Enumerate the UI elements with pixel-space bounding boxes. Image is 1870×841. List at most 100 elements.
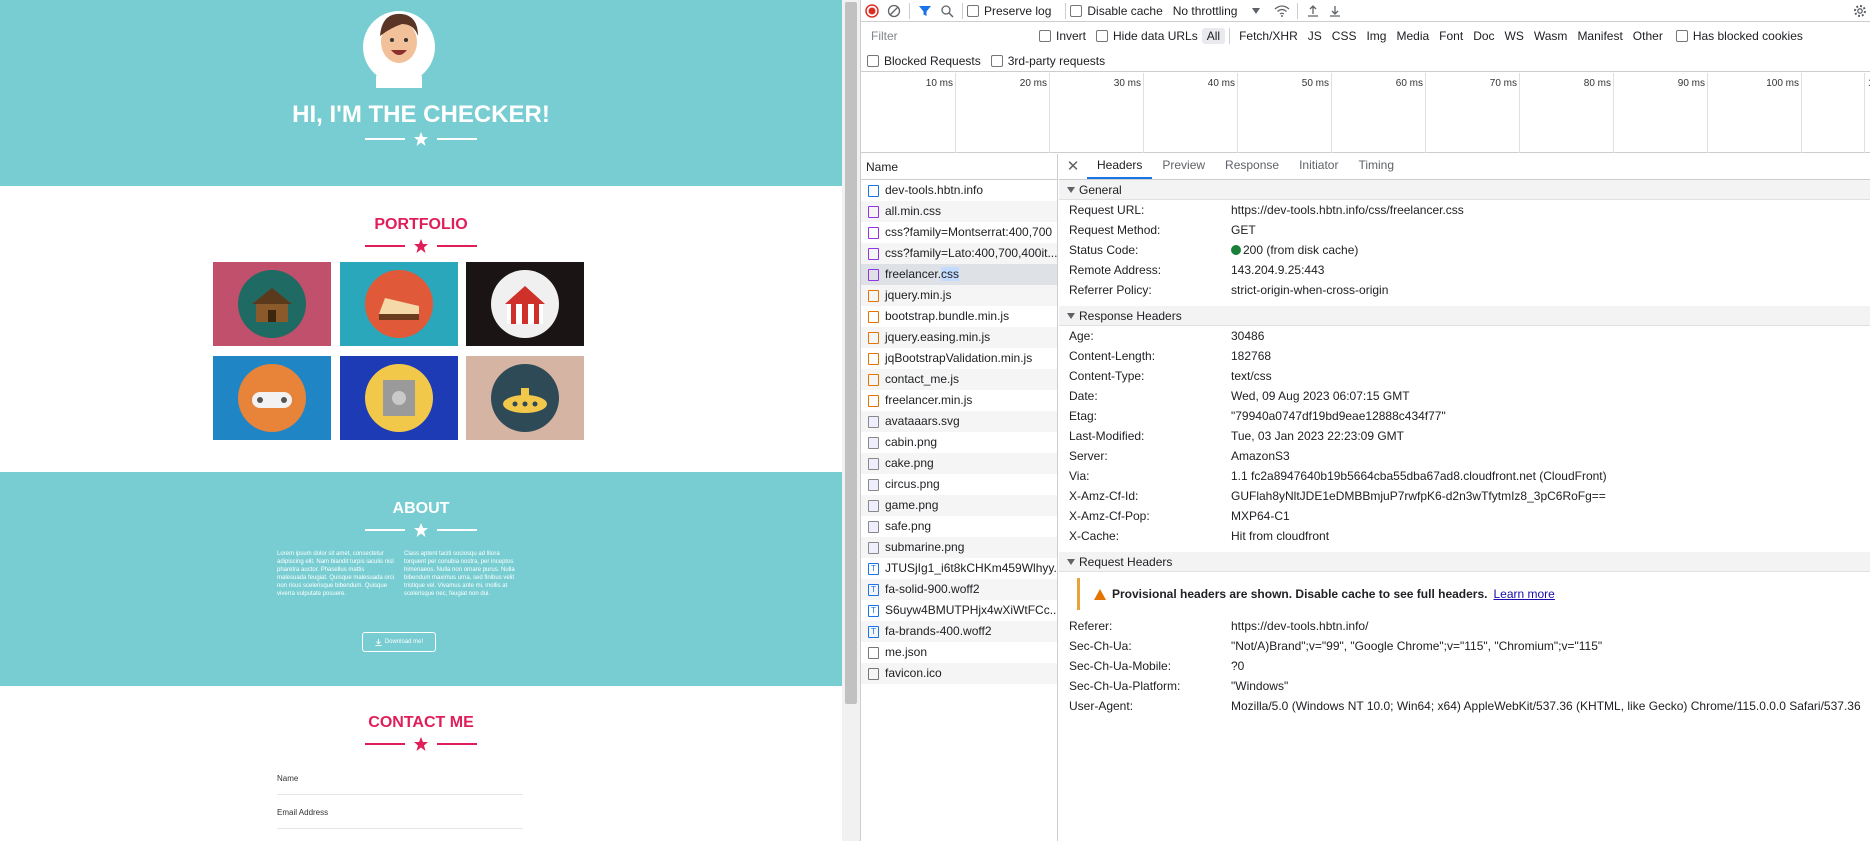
request-row[interactable]: game.png xyxy=(861,495,1057,516)
filter-input[interactable]: Filter xyxy=(865,26,1035,46)
request-row[interactable]: me.json xyxy=(861,642,1057,663)
request-row[interactable]: cake.png xyxy=(861,453,1057,474)
request-row[interactable]: favicon.ico xyxy=(861,663,1057,684)
portfolio-item-game[interactable] xyxy=(213,356,331,440)
header-value[interactable]: "Not/A)Brand";v="99", "Google Chrome";v=… xyxy=(1231,636,1602,656)
scrollbar-thumb[interactable] xyxy=(845,2,857,704)
tab-preview[interactable]: Preview xyxy=(1152,154,1215,179)
request-name: S6uyw4BMUTPHjx4wXiWtFCc... xyxy=(885,603,1057,617)
name-field[interactable]: Name xyxy=(277,774,298,783)
header-value[interactable]: 143.204.9.25:443 xyxy=(1231,260,1324,280)
header-value[interactable]: MXP64-C1 xyxy=(1231,506,1290,526)
request-row[interactable]: all.min.css xyxy=(861,201,1057,222)
portfolio-item-circus[interactable] xyxy=(466,262,584,346)
header-value[interactable]: 30486 xyxy=(1231,326,1264,346)
header-value[interactable]: text/css xyxy=(1231,366,1272,386)
request-row[interactable]: freelancer.min.js xyxy=(861,390,1057,411)
header-value[interactable]: GET xyxy=(1231,220,1256,240)
download-button[interactable]: Download me! xyxy=(362,632,436,652)
settings-gear-icon[interactable] xyxy=(1849,0,1870,22)
request-row[interactable]: bootstrap.bundle.min.js xyxy=(861,306,1057,327)
network-timeline[interactable]: 10 ms 20 ms 30 ms 40 ms 50 ms 60 ms 70 m… xyxy=(861,73,1870,153)
email-field[interactable]: Email Address xyxy=(277,808,328,817)
header-value[interactable]: GUFlah8yNltJDE1eDMBBmjuP7rwfpK6-d2n3wTfy… xyxy=(1231,486,1606,506)
preserve-log-checkbox[interactable]: Preserve log xyxy=(967,4,1051,18)
header-value[interactable]: "Windows" xyxy=(1231,676,1288,696)
request-row[interactable]: cabin.png xyxy=(861,432,1057,453)
learn-more-link[interactable]: Learn more xyxy=(1493,587,1554,601)
type-filter-img[interactable]: Img xyxy=(1361,28,1391,44)
request-row[interactable]: Tfa-solid-900.woff2 xyxy=(861,579,1057,600)
tab-initiator[interactable]: Initiator xyxy=(1289,154,1348,179)
type-filter-other[interactable]: Other xyxy=(1628,28,1668,44)
header-value[interactable]: https://dev-tools.hbtn.info/ xyxy=(1231,616,1368,636)
request-row[interactable]: jquery.min.js xyxy=(861,285,1057,306)
record-icon[interactable] xyxy=(861,0,883,22)
request-row[interactable]: T JTUSjIg1_i6t8kCHKm459Wlhyy... xyxy=(861,558,1057,579)
request-headers-section-header[interactable]: Request Headers xyxy=(1059,552,1870,572)
third-party-checkbox[interactable]: 3rd-party requests xyxy=(990,54,1105,68)
header-value[interactable]: strict-origin-when-cross-origin xyxy=(1231,280,1388,300)
hide-data-urls-checkbox[interactable]: Hide data URLs xyxy=(1096,29,1198,43)
portfolio-item-cake[interactable] xyxy=(340,262,458,346)
header-value[interactable]: https://dev-tools.hbtn.info/css/freelanc… xyxy=(1231,200,1464,220)
type-filter-ws[interactable]: WS xyxy=(1500,28,1529,44)
portfolio-item-submarine[interactable] xyxy=(466,356,584,440)
close-icon[interactable]: ✕ xyxy=(1059,154,1087,179)
type-filter-wasm[interactable]: Wasm xyxy=(1529,28,1573,44)
tab-headers[interactable]: Headers xyxy=(1087,154,1153,179)
type-filter-fetch-xhr[interactable]: Fetch/XHR xyxy=(1234,28,1303,44)
request-row[interactable]: submarine.png xyxy=(861,537,1057,558)
header-value[interactable]: 200 (from disk cache) xyxy=(1231,240,1358,260)
portfolio-item-cabin[interactable] xyxy=(213,262,331,346)
disable-cache-checkbox[interactable]: Disable cache xyxy=(1070,4,1163,18)
has-blocked-cookies-checkbox[interactable]: Has blocked cookies xyxy=(1675,29,1803,43)
timeline-tick-label: 70 ms xyxy=(1489,78,1517,89)
header-value[interactable]: Mozilla/5.0 (Windows NT 10.0; Win64; x64… xyxy=(1231,696,1861,716)
header-value[interactable]: Tue, 03 Jan 2023 22:23:09 GMT xyxy=(1231,426,1404,446)
blocked-requests-checkbox[interactable]: Blocked Requests xyxy=(867,54,981,68)
throttling-select[interactable]: No throttling xyxy=(1173,4,1262,18)
export-har-icon[interactable] xyxy=(1324,0,1346,22)
type-filter-css[interactable]: CSS xyxy=(1327,28,1362,44)
request-row[interactable]: jqBootstrapValidation.min.js xyxy=(861,348,1057,369)
request-row[interactable]: T S6uyw4BMUTPHjx4wXiWtFCc... xyxy=(861,600,1057,621)
type-filter-all[interactable]: All xyxy=(1201,28,1226,44)
type-filter-manifest[interactable]: Manifest xyxy=(1572,28,1627,44)
tab-response[interactable]: Response xyxy=(1215,154,1289,179)
clear-icon[interactable] xyxy=(883,0,905,22)
type-filter-doc[interactable]: Doc xyxy=(1468,28,1499,44)
request-row[interactable]: css?family=Lato:400,700,400it... xyxy=(861,243,1057,264)
invert-checkbox[interactable]: Invert xyxy=(1039,29,1086,43)
header-value[interactable]: ?0 xyxy=(1231,656,1244,676)
portfolio-item-safe[interactable] xyxy=(340,356,458,440)
type-filter-font[interactable]: Font xyxy=(1434,28,1468,44)
request-row[interactable]: jquery.easing.min.js xyxy=(861,327,1057,348)
type-filter-media[interactable]: Media xyxy=(1391,28,1434,44)
request-row[interactable]: css?family=Montserrat:400,700 xyxy=(861,222,1057,243)
header-value[interactable]: Wed, 09 Aug 2023 06:07:15 GMT xyxy=(1231,386,1410,406)
response-headers-section-header[interactable]: Response Headers xyxy=(1059,306,1870,326)
tab-timing[interactable]: Timing xyxy=(1348,154,1404,179)
header-value[interactable]: AmazonS3 xyxy=(1231,446,1290,466)
filter-icon[interactable] xyxy=(914,0,936,22)
network-conditions-icon[interactable] xyxy=(1271,0,1293,22)
name-column-header[interactable]: Name xyxy=(861,154,1057,180)
import-har-icon[interactable] xyxy=(1302,0,1324,22)
header-row: User-Agent: Mozilla/5.0 (Windows NT 10.0;… xyxy=(1059,696,1870,716)
header-value[interactable]: 1.1 fc2a8947640b19b5664cba55dba67ad8.clo… xyxy=(1231,466,1607,486)
general-section-header[interactable]: General xyxy=(1059,180,1870,200)
header-value[interactable]: 182768 xyxy=(1231,346,1271,366)
request-row[interactable]: avataaars.svg xyxy=(861,411,1057,432)
header-value[interactable]: Hit from cloudfront xyxy=(1231,526,1329,546)
page-scrollbar[interactable] xyxy=(842,0,860,841)
type-filter-js[interactable]: JS xyxy=(1303,28,1327,44)
request-row[interactable]: circus.png xyxy=(861,474,1057,495)
request-row[interactable]: Tfa-brands-400.woff2 xyxy=(861,621,1057,642)
request-row[interactable]: contact_me.js xyxy=(861,369,1057,390)
request-row[interactable]: dev-tools.hbtn.info xyxy=(861,180,1057,201)
request-row[interactable]: freelancer.css xyxy=(861,264,1057,285)
header-value[interactable]: "79940a0747df19bd9eae12888c434f77" xyxy=(1231,406,1446,426)
search-icon[interactable] xyxy=(936,0,958,22)
request-row[interactable]: safe.png xyxy=(861,516,1057,537)
